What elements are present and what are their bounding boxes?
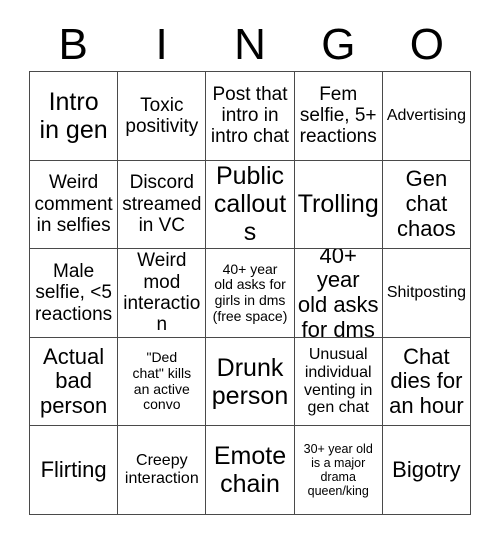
bingo-cell-o5[interactable]: Bigotry [382,426,472,515]
bingo-cell-i3[interactable]: Weird mod interaction [118,249,207,338]
bingo-cell-g2[interactable]: Trolling [294,160,383,250]
bingo-row: Actual bad person "Ded chat" kills an ac… [30,337,472,427]
bingo-cell-label: Bigotry [392,456,461,482]
bingo-cell-g3[interactable]: 40+ year old asks for dms [294,249,383,338]
bingo-cell-i4[interactable]: "Ded chat" kills an active convo [118,337,207,427]
bingo-cell-label: Discord streamed in VC [122,172,202,237]
bingo-cell-label: Unusual individual venting in gen chat [303,345,373,417]
bingo-cell-label: Drunk person [211,353,289,410]
bingo-cell-b4[interactable]: Actual bad person [30,337,119,427]
bingo-row: Flirting Creepy interaction Emote chain … [30,426,472,515]
bingo-cell-label: Fem selfie, 5+ reactions [299,83,377,148]
bingo-grid: Intro in gen Toxic positivity Post that … [29,71,472,515]
bingo-cell-label: Male selfie, <5 reactions [35,261,113,325]
bingo-cell-label: 30+ year old is a major drama queen/king [303,442,373,499]
bingo-card: B I N G O Intro in gen Toxic positivity … [0,0,500,544]
bingo-cell-label: Advertising [386,106,466,124]
bingo-cell-n4[interactable]: Drunk person [206,337,295,427]
bingo-cell-label: Actual bad person [39,343,108,418]
bingo-cell-b1[interactable]: Intro in gen [30,72,119,161]
bingo-cell-b2[interactable]: Weird comment in selfies [30,160,119,250]
bingo-cell-label: Public callouts [213,162,287,247]
bingo-cell-label: "Ded chat" kills an active convo [132,349,192,413]
bingo-cell-g4[interactable]: Unusual individual venting in gen chat [294,337,383,427]
bingo-cell-label: Shitposting [386,284,466,302]
bingo-cell-label: Flirting [40,456,107,482]
bingo-cell-i5[interactable]: Creepy interaction [118,426,207,515]
bingo-header-letter-n: N [234,19,266,69]
bingo-cell-o1[interactable]: Advertising [382,72,472,161]
bingo-cell-n1[interactable]: Post that intro in intro chat [206,72,295,161]
bingo-cell-label: Emote chain [213,442,287,499]
bingo-row: Weird comment in selfies Discord streame… [30,160,472,250]
bingo-cell-g5[interactable]: 30+ year old is a major drama queen/king [294,426,383,515]
bingo-header-letter-b: B [58,19,88,69]
bingo-cell-label: Chat dies for an hour [389,343,464,418]
bingo-cell-label: Intro in gen [39,87,108,144]
bingo-cell-label: Toxic positivity [125,94,199,137]
bingo-header-letter-g: G [321,19,356,69]
bingo-cell-i1[interactable]: Toxic positivity [118,72,207,161]
bingo-header-letter-i: I [155,19,168,69]
bingo-cell-n2[interactable]: Public callouts [206,160,295,250]
bingo-row: Male selfie, <5 reactions Weird mod inte… [30,249,472,338]
bingo-cell-label: Weird comment in selfies [34,172,113,237]
bingo-cell-i2[interactable]: Discord streamed in VC [118,160,207,250]
bingo-cell-label: Creepy interaction [124,452,199,488]
bingo-row: Intro in gen Toxic positivity Post that … [30,72,472,161]
bingo-cell-label: Weird mod interaction [123,250,201,336]
bingo-cell-label: Trolling [297,190,379,219]
bingo-cell-n5[interactable]: Emote chain [206,426,295,515]
bingo-cell-o3[interactable]: Shitposting [382,249,472,338]
bingo-header-letter-o: O [409,19,444,69]
bingo-header-letters: B I N G O [29,18,471,71]
bingo-cell-label: 40+ year old asks for dms [297,249,379,338]
bingo-cell-o2[interactable]: Gen chat chaos [382,160,472,250]
bingo-cell-o4[interactable]: Chat dies for an hour [382,337,472,427]
bingo-cell-label: Gen chat chaos [397,166,456,241]
bingo-cell-g1[interactable]: Fem selfie, 5+ reactions [294,72,383,161]
bingo-cell-b3[interactable]: Male selfie, <5 reactions [30,249,119,338]
bingo-cell-b5[interactable]: Flirting [30,426,119,515]
bingo-cell-label: 40+ year old asks for girls in dms (free… [212,260,288,324]
bingo-cell-label: Post that intro in intro chat [210,83,290,148]
bingo-cell-free-space[interactable]: 40+ year old asks for girls in dms (free… [206,249,295,338]
